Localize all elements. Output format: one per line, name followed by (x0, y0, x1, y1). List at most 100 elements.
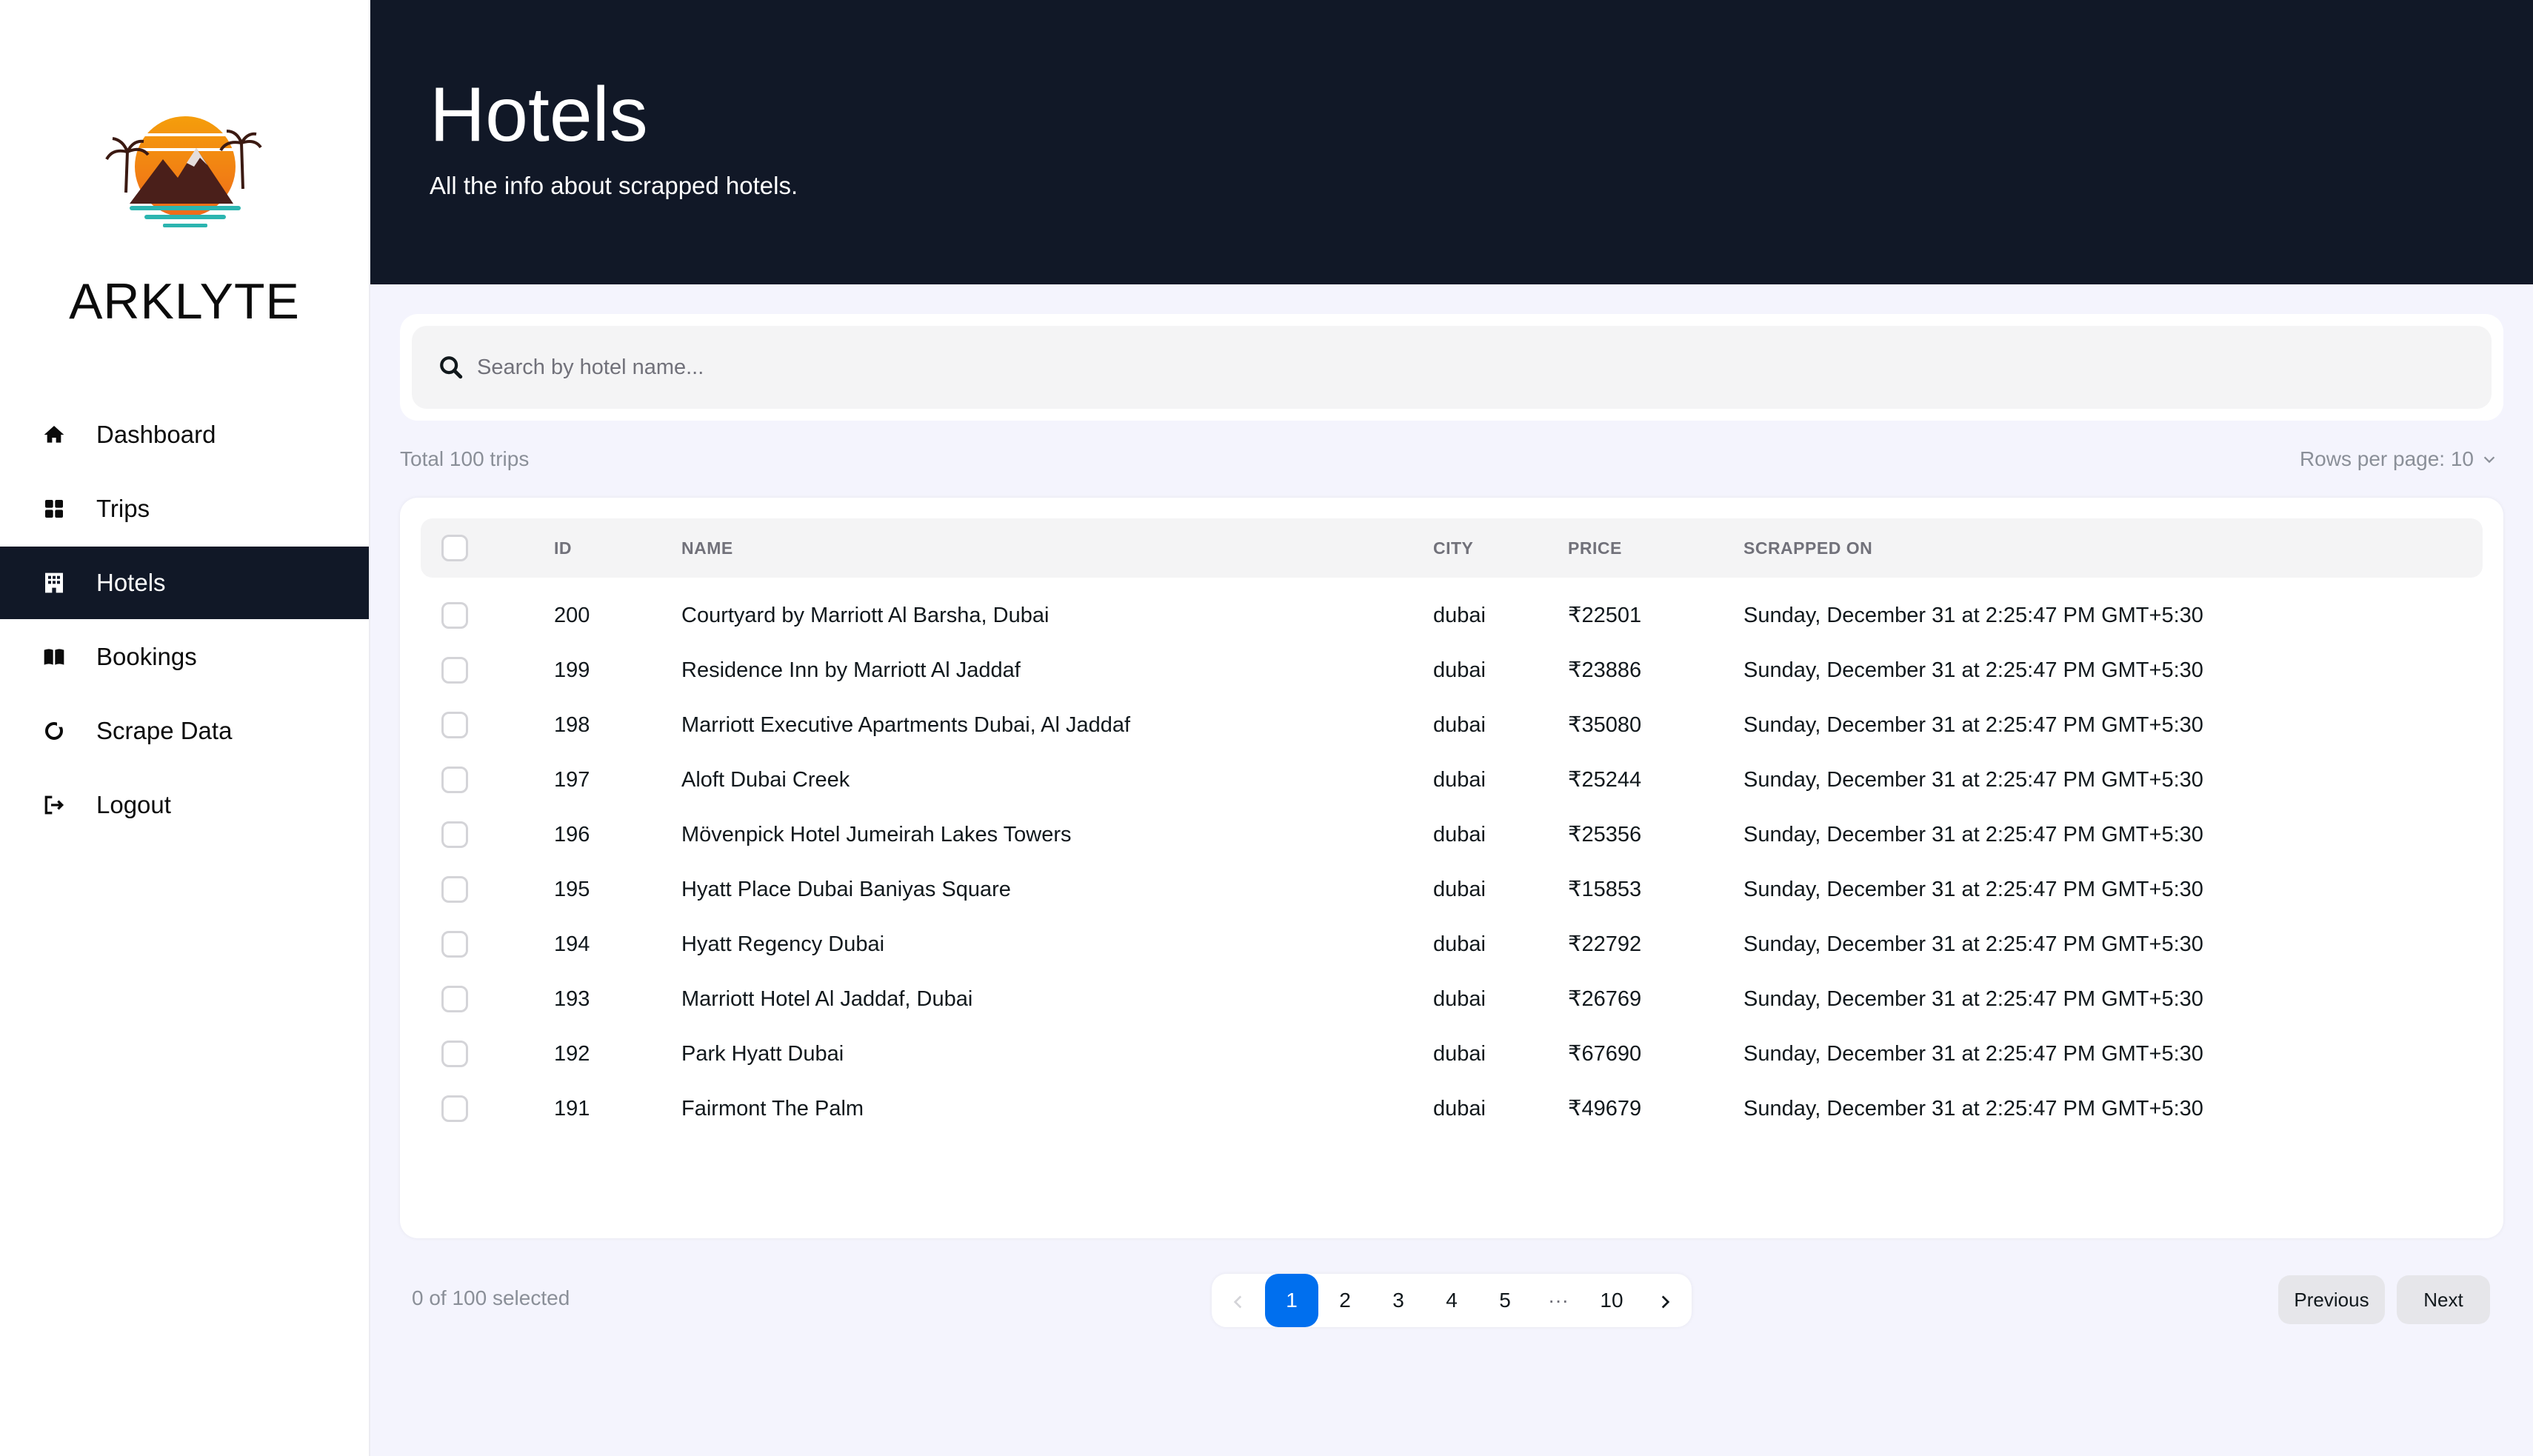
sidebar: ARKLYTE Dashboard Trips Hotels Bookings … (0, 0, 370, 1456)
cell-price: ₹49679 (1568, 1097, 1642, 1121)
sidebar-item-label: Logout (96, 791, 171, 818)
cell-city: dubai (1433, 878, 1486, 901)
sidebar-item-scrape-data[interactable]: Scrape Data (0, 695, 369, 767)
row-checkbox[interactable] (441, 1095, 468, 1122)
page-ellipsis[interactable]: ··· (1532, 1274, 1585, 1327)
cell-id: 192 (554, 1042, 590, 1066)
cell-name: Marriott Executive Apartments Dubai, Al … (681, 713, 1131, 737)
sidebar-item-label: Scrape Data (96, 717, 233, 744)
table-row[interactable]: 197 Aloft Dubai Creek dubai ₹25244 Sunda… (421, 752, 2483, 807)
table-header: ID NAME CITY PRICE SCRAPPED ON (421, 518, 2483, 578)
previous-button[interactable]: Previous (2278, 1275, 2385, 1324)
table-row[interactable]: 199 Residence Inn by Marriott Al Jaddaf … (421, 643, 2483, 698)
sidebar-item-label: Trips (96, 495, 150, 522)
cell-name: Mövenpick Hotel Jumeirah Lakes Towers (681, 823, 1072, 846)
cell-id: 200 (554, 604, 590, 627)
row-checkbox[interactable] (441, 657, 468, 684)
cell-price: ₹25244 (1568, 768, 1642, 792)
table-row[interactable]: 194 Hyatt Regency Dubai dubai ₹22792 Sun… (421, 917, 2483, 972)
search-input[interactable] (475, 354, 2404, 381)
cell-id: 195 (554, 878, 590, 901)
cell-id: 197 (554, 768, 590, 792)
search-box[interactable] (412, 326, 2492, 409)
cell-price: ₹25356 (1568, 823, 1642, 846)
grid-icon (41, 496, 67, 521)
row-checkbox[interactable] (441, 1041, 468, 1067)
page-button-10[interactable]: 10 (1585, 1274, 1638, 1327)
sidebar-item-label: Hotels (96, 569, 166, 596)
page-header: Hotels All the info about scrapped hotel… (370, 0, 2533, 284)
column-header-scrapped-on[interactable]: SCRAPPED ON (1743, 518, 1872, 578)
sidebar-item-label: Dashboard (96, 421, 216, 448)
rows-per-page-select[interactable]: Rows per page: 10 (2300, 447, 2497, 471)
page-button-5[interactable]: 5 (1478, 1274, 1532, 1327)
sidebar-item-hotels[interactable]: Hotels (0, 547, 369, 619)
cell-id: 196 (554, 823, 590, 846)
cell-city: dubai (1433, 658, 1486, 682)
cell-city: dubai (1433, 987, 1486, 1011)
page-subtitle: All the info about scrapped hotels. (430, 172, 798, 199)
chevron-down-icon (2483, 456, 2495, 464)
row-checkbox[interactable] (441, 876, 468, 903)
cell-scrapped-on: Sunday, December 31 at 2:25:47 PM GMT+5:… (1743, 658, 2203, 682)
next-button[interactable]: Next (2397, 1275, 2490, 1324)
table-row[interactable]: 196 Mövenpick Hotel Jumeirah Lakes Tower… (421, 807, 2483, 862)
cell-scrapped-on: Sunday, December 31 at 2:25:47 PM GMT+5:… (1743, 987, 2203, 1011)
sidebar-item-logout[interactable]: Logout (0, 769, 369, 841)
total-count: Total 100 trips (400, 447, 530, 470)
row-checkbox[interactable] (441, 602, 468, 629)
select-all-checkbox[interactable] (441, 535, 468, 561)
logout-icon (41, 792, 67, 818)
row-checkbox[interactable] (441, 821, 468, 848)
cell-price: ₹67690 (1568, 1042, 1642, 1066)
building-icon (41, 570, 67, 595)
column-header-city[interactable]: CITY (1433, 518, 1473, 578)
table-row[interactable]: 193 Marriott Hotel Al Jaddaf, Dubai duba… (421, 972, 2483, 1026)
cell-city: dubai (1433, 1097, 1486, 1121)
cell-scrapped-on: Sunday, December 31 at 2:25:47 PM GMT+5:… (1743, 932, 2203, 956)
page-button-4[interactable]: 4 (1425, 1274, 1478, 1327)
cell-scrapped-on: Sunday, December 31 at 2:25:47 PM GMT+5:… (1743, 1042, 2203, 1066)
chevron-right-icon (1661, 1295, 1670, 1309)
row-checkbox[interactable] (441, 986, 468, 1012)
cell-price: ₹22792 (1568, 932, 1642, 956)
pagination-prev-button[interactable] (1212, 1274, 1265, 1327)
sidebar-item-trips[interactable]: Trips (0, 472, 369, 545)
row-checkbox[interactable] (441, 931, 468, 958)
row-checkbox[interactable] (441, 767, 468, 793)
cell-id: 194 (554, 932, 590, 956)
column-header-id[interactable]: ID (554, 518, 572, 578)
table-row[interactable]: 192 Park Hyatt Dubai dubai ₹67690 Sunday… (421, 1026, 2483, 1081)
brand-logo (105, 116, 262, 227)
cell-city: dubai (1433, 823, 1486, 846)
cell-id: 191 (554, 1097, 590, 1121)
cell-price: ₹35080 (1568, 713, 1642, 737)
table-row[interactable]: 191 Fairmont The Palm dubai ₹49679 Sunda… (421, 1081, 2483, 1136)
cell-name: Fairmont The Palm (681, 1097, 864, 1121)
cell-id: 193 (554, 987, 590, 1011)
brand-name: ARKLYTE (69, 273, 300, 330)
table-row[interactable]: 198 Marriott Executive Apartments Dubai,… (421, 698, 2483, 752)
table-row[interactable]: 200 Courtyard by Marriott Al Barsha, Dub… (421, 588, 2483, 643)
row-checkbox[interactable] (441, 712, 468, 738)
sidebar-item-dashboard[interactable]: Dashboard (0, 398, 369, 471)
sidebar-item-label: Bookings (96, 643, 197, 670)
cell-name: Marriott Hotel Al Jaddaf, Dubai (681, 987, 973, 1011)
column-header-price[interactable]: PRICE (1568, 518, 1622, 578)
book-icon (41, 644, 67, 669)
page-button-1[interactable]: 1 (1265, 1274, 1318, 1327)
cell-city: dubai (1433, 604, 1486, 627)
page-button-3[interactable]: 3 (1372, 1274, 1425, 1327)
cell-price: ₹23886 (1568, 658, 1642, 682)
pagination-next-button[interactable] (1638, 1274, 1692, 1327)
cell-id: 199 (554, 658, 590, 682)
column-header-name[interactable]: NAME (681, 518, 733, 578)
cell-name: Hyatt Regency Dubai (681, 932, 885, 956)
table-row[interactable]: 195 Hyatt Place Dubai Baniyas Square dub… (421, 862, 2483, 917)
home-icon (41, 422, 67, 447)
sidebar-item-bookings[interactable]: Bookings (0, 621, 369, 693)
cell-name: Aloft Dubai Creek (681, 768, 850, 792)
cell-scrapped-on: Sunday, December 31 at 2:25:47 PM GMT+5:… (1743, 1097, 2203, 1121)
cell-id: 198 (554, 713, 590, 737)
page-button-2[interactable]: 2 (1318, 1274, 1372, 1327)
